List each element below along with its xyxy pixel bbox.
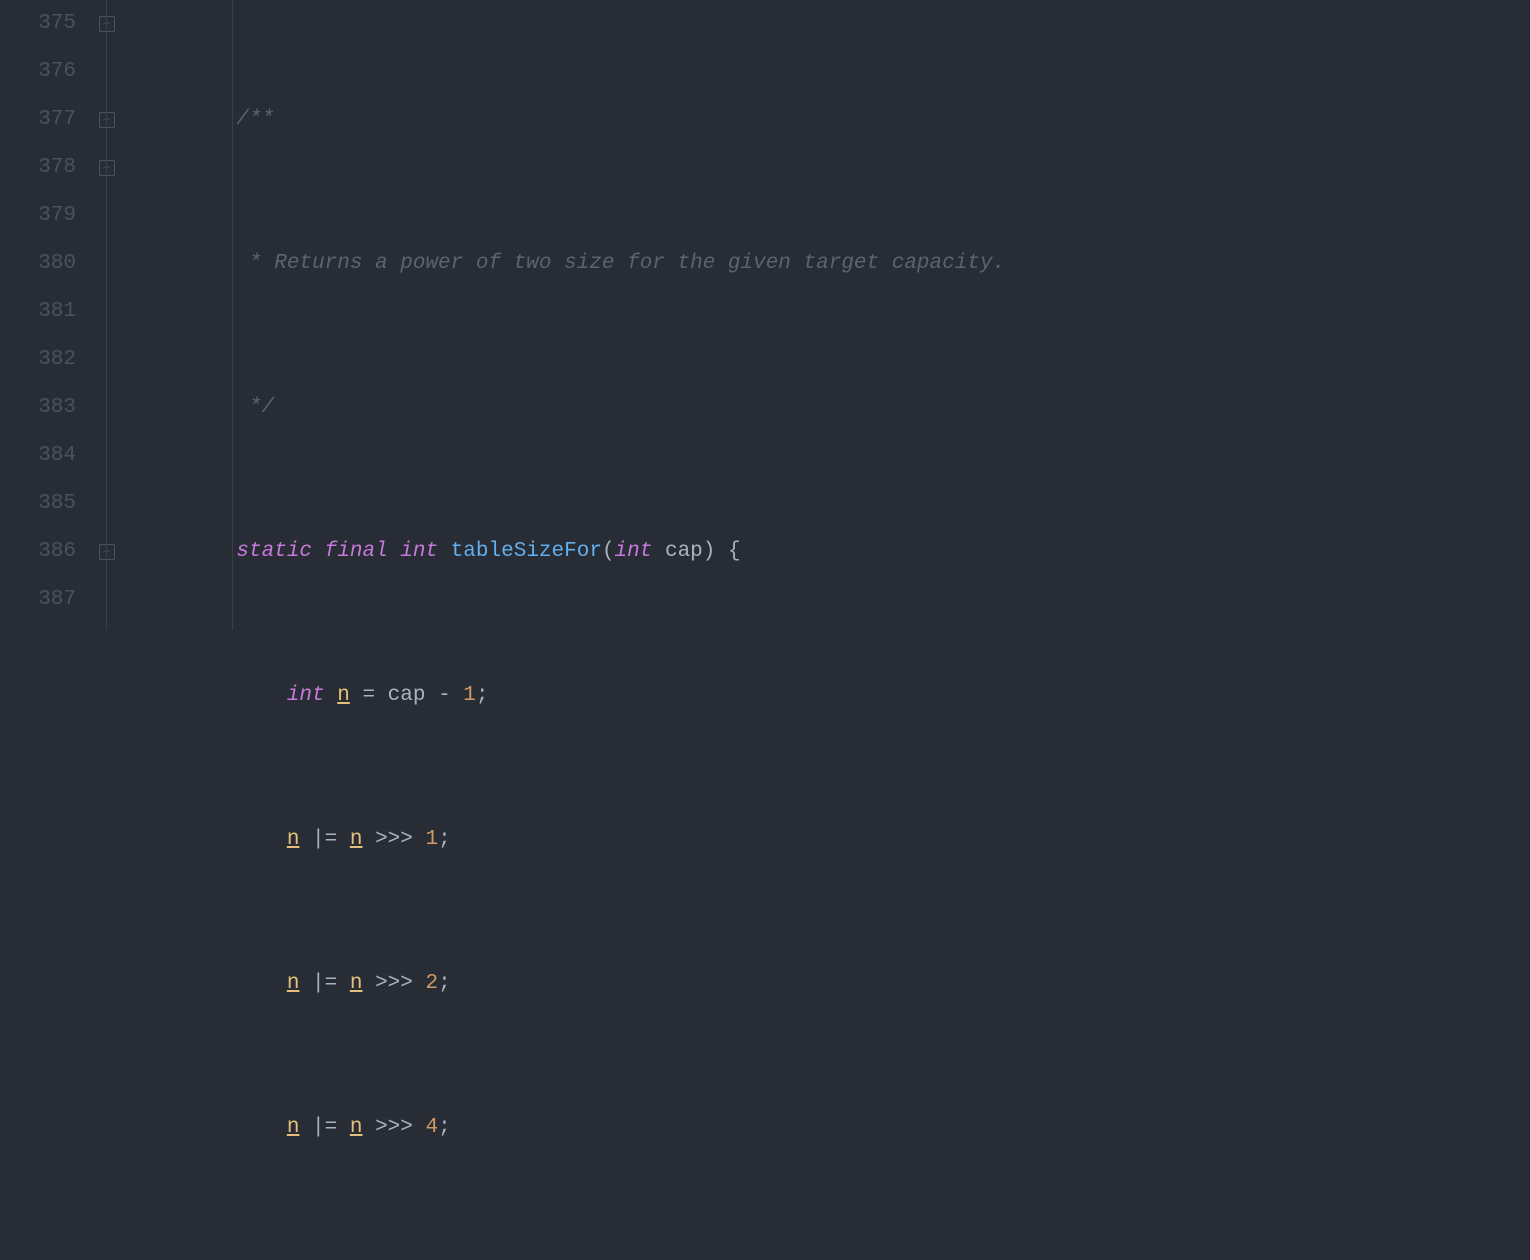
type-token: int (400, 540, 438, 563)
code-line[interactable]: /** (176, 96, 1530, 144)
code-line[interactable]: */ (176, 384, 1530, 432)
number-token: 2 (425, 972, 438, 995)
keyword-token: static (236, 540, 312, 563)
code-line[interactable]: n |= n >>> 2; (176, 960, 1530, 1008)
fold-toggle[interactable]: − (96, 528, 176, 576)
line-number: 375 (0, 0, 76, 48)
punct-token: ) { (703, 540, 741, 563)
code-line[interactable]: n |= n >>> 8; (176, 1248, 1530, 1260)
punct-token: ; (438, 1116, 451, 1139)
fold-cell (96, 384, 176, 432)
punct-token: ; (438, 972, 451, 995)
number-token: 1 (463, 684, 476, 707)
line-number: 383 (0, 384, 76, 432)
fold-cell (96, 48, 176, 96)
line-number: 384 (0, 432, 76, 480)
fold-cell (96, 288, 176, 336)
fold-cell (96, 576, 176, 624)
punct-token: ; (438, 828, 451, 851)
type-token: int (287, 684, 325, 707)
fold-minus-icon: − (99, 112, 115, 128)
number-token: 4 (425, 1116, 438, 1139)
variable-token: n (337, 684, 350, 707)
param-token: cap (665, 540, 703, 563)
line-number: 378 (0, 144, 76, 192)
variable-token: n (287, 1116, 300, 1139)
line-number: 377 (0, 96, 76, 144)
operator-token: >>> (362, 1116, 425, 1139)
fold-minus-icon: − (99, 544, 115, 560)
operator-token: |= (299, 972, 349, 995)
code-editor[interactable]: 375 376 377 378 379 380 381 382 383 384 … (0, 0, 1530, 630)
operator-token: >>> (362, 828, 425, 851)
comment-token: * Returns a power of two size for the gi… (236, 252, 1005, 275)
fold-cell (96, 192, 176, 240)
fold-toggle[interactable]: − (96, 96, 176, 144)
number-token: 1 (425, 828, 438, 851)
fold-cell (96, 240, 176, 288)
fold-minus-icon: − (99, 16, 115, 32)
code-line[interactable]: * Returns a power of two size for the gi… (176, 240, 1530, 288)
fold-cell (96, 336, 176, 384)
code-line[interactable]: n |= n >>> 1; (176, 816, 1530, 864)
line-number: 380 (0, 240, 76, 288)
type-token: int (615, 540, 653, 563)
code-line[interactable]: int n = cap - 1; (176, 672, 1530, 720)
operator-token: |= (299, 828, 349, 851)
operator-token: = cap - (350, 684, 463, 707)
comment-token: /** (236, 108, 274, 131)
fold-cell (96, 432, 176, 480)
line-number-gutter: 375 376 377 378 379 380 381 382 383 384 … (0, 0, 96, 630)
operator-token: >>> (362, 972, 425, 995)
code-area[interactable]: /** * Returns a power of two size for th… (176, 0, 1530, 630)
variable-token: n (350, 972, 363, 995)
line-number: 386 (0, 528, 76, 576)
function-name-token: tableSizeFor (451, 540, 602, 563)
comment-token: */ (236, 396, 274, 419)
line-number: 379 (0, 192, 76, 240)
variable-token: n (287, 828, 300, 851)
punct-token: ( (602, 540, 615, 563)
keyword-token: final (325, 540, 388, 563)
line-number: 376 (0, 48, 76, 96)
code-line[interactable]: n |= n >>> 4; (176, 1104, 1530, 1152)
fold-minus-icon: − (99, 160, 115, 176)
code-line[interactable]: static final int tableSizeFor(int cap) { (176, 528, 1530, 576)
line-number: 387 (0, 576, 76, 624)
variable-token: n (287, 972, 300, 995)
fold-toggle[interactable]: − (96, 0, 176, 48)
variable-token: n (350, 1116, 363, 1139)
punct-token: ; (476, 684, 489, 707)
line-number: 381 (0, 288, 76, 336)
fold-cell (96, 480, 176, 528)
line-number: 385 (0, 480, 76, 528)
operator-token: |= (299, 1116, 349, 1139)
fold-toggle[interactable]: − (96, 144, 176, 192)
variable-token: n (350, 828, 363, 851)
fold-gutter: − − − − (96, 0, 176, 630)
line-number: 382 (0, 336, 76, 384)
